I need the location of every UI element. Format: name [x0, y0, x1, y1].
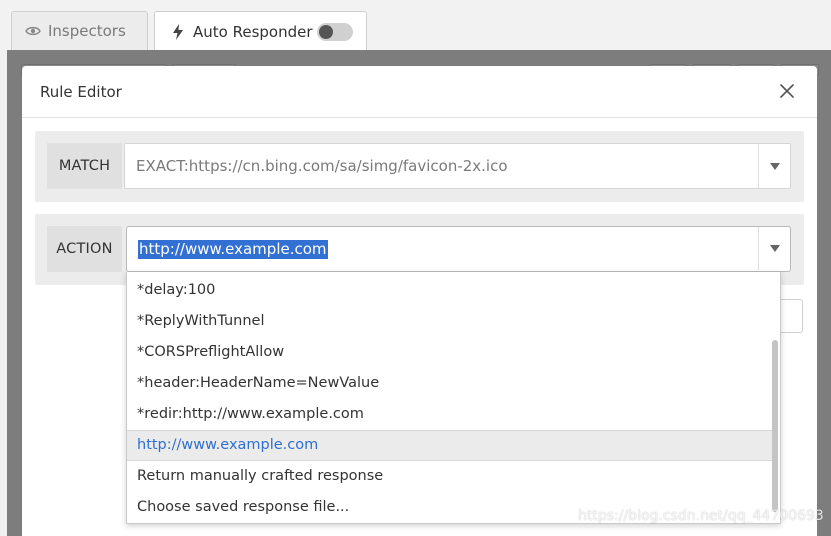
match-value: EXACT:https://cn.bing.com/sa/simg/favico…	[136, 157, 508, 175]
action-label: ACTION	[47, 226, 122, 272]
dropdown-scrollbar[interactable]	[772, 340, 778, 512]
action-dropdown-button[interactable]	[758, 227, 790, 270]
toggle-knob	[319, 25, 333, 39]
dropdown-option[interactable]: *ReplyWithTunnel	[127, 306, 772, 337]
chevron-down-icon	[769, 245, 780, 252]
close-icon	[780, 83, 794, 102]
chevron-down-icon	[769, 162, 780, 170]
eye-icon	[24, 22, 42, 40]
action-input[interactable]: http://www.example.com	[126, 226, 791, 272]
dropdown-option[interactable]: Return manually crafted response	[127, 461, 772, 492]
match-row: MATCH EXACT:https://cn.bing.com/sa/simg/…	[35, 131, 804, 202]
tab-bar: Inspectors Auto Responder	[0, 0, 831, 51]
watermark: https://blog.csdn.net/qq_44700693	[578, 508, 824, 524]
dialog-title: Rule Editor	[40, 82, 122, 101]
match-input[interactable]: EXACT:https://cn.bing.com/sa/simg/favico…	[124, 143, 791, 189]
lightning-icon	[169, 23, 187, 41]
tab-auto-responder-label: Auto Responder	[193, 22, 313, 41]
tab-inspectors[interactable]: Inspectors	[11, 11, 148, 50]
dropdown-option-active[interactable]: http://www.example.com	[127, 430, 772, 461]
auto-responder-toggle[interactable]	[317, 23, 353, 41]
dropdown-option[interactable]: *header:HeaderName=NewValue	[127, 368, 772, 399]
dialog-header: Rule Editor	[22, 66, 817, 118]
dropdown-option[interactable]: *redir:http://www.example.com	[127, 399, 772, 430]
dropdown-option[interactable]: *CORSPreflightAllow	[127, 337, 772, 368]
dropdown-option[interactable]: *delay:100	[127, 275, 772, 306]
match-dropdown-button[interactable]	[758, 144, 790, 188]
tab-auto-responder[interactable]: Auto Responder	[154, 11, 367, 51]
match-label: MATCH	[47, 143, 122, 189]
action-value: http://www.example.com	[138, 239, 328, 259]
tab-inspectors-label: Inspectors	[48, 22, 126, 40]
action-dropdown-list: *delay:100 *ReplyWithTunnel *CORSPreflig…	[126, 272, 781, 524]
close-button[interactable]	[775, 80, 799, 104]
